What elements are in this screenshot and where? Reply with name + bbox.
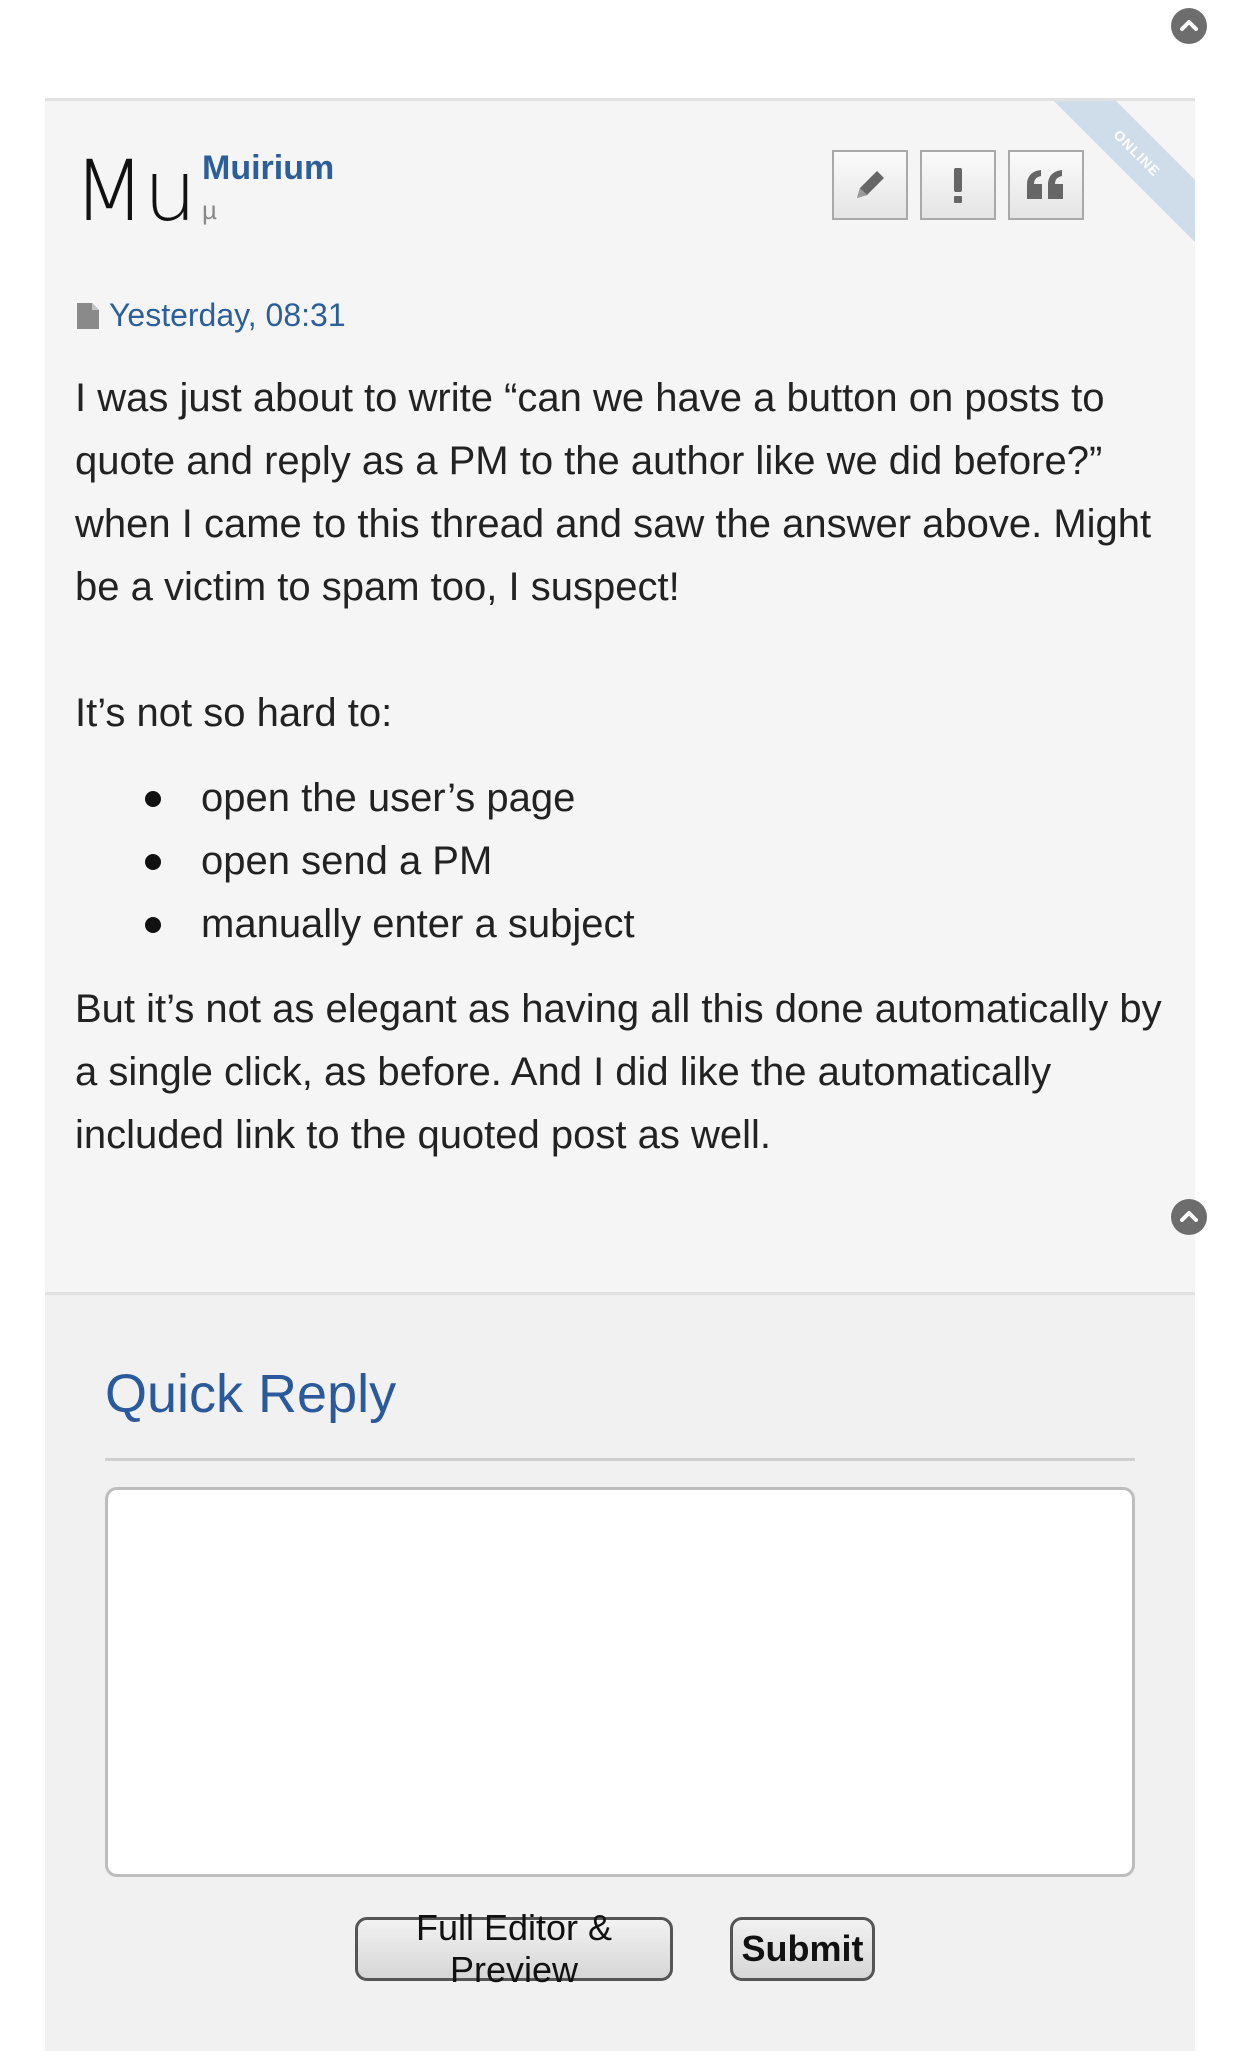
avatar[interactable]: Mu [73, 149, 197, 233]
page: ONLINE Mu Muirium µ Yesterday, 08:31 I w… [0, 0, 1242, 2051]
post-body: I was just about to write “can we have a… [75, 367, 1175, 1167]
chevron-up-icon [1180, 1211, 1198, 1222]
scroll-to-top-button[interactable] [1171, 8, 1207, 44]
scroll-to-top-button[interactable] [1171, 1199, 1207, 1235]
quote-button[interactable] [1008, 150, 1084, 220]
post-list: open the user’s page open send a PM manu… [75, 767, 1175, 956]
post-paragraph: It’s not so hard to: [75, 691, 393, 735]
quick-reply-panel: Quick Reply Full Editor & Preview Submit [45, 1292, 1195, 2051]
document-icon [77, 302, 99, 329]
pencil-icon [857, 171, 884, 198]
report-button[interactable] [920, 150, 996, 220]
chevron-up-icon [1180, 20, 1198, 31]
post-paragraph: I was just about to write “can we have a… [75, 376, 1152, 609]
edit-button[interactable] [832, 150, 908, 220]
list-item: open send a PM [145, 830, 1175, 893]
post-permalink[interactable]: Yesterday, 08:31 [109, 297, 346, 334]
quick-reply-title: Quick Reply [105, 1364, 397, 1424]
exclamation-icon [954, 168, 962, 203]
quote-icon [1027, 170, 1063, 199]
submit-button[interactable]: Submit [730, 1917, 875, 1981]
username-link[interactable]: Muirium [202, 149, 334, 188]
list-item: open the user’s page [145, 767, 1175, 830]
quick-reply-textarea[interactable] [105, 1487, 1135, 1877]
forum-post: ONLINE Mu Muirium µ Yesterday, 08:31 I w… [45, 98, 1195, 1292]
full-editor-button[interactable]: Full Editor & Preview [355, 1907, 673, 1990]
post-paragraph: But it’s not as elegant as having all th… [75, 987, 1162, 1157]
post-date: Yesterday, 08:31 [75, 297, 346, 334]
user-title: µ [202, 195, 217, 225]
divider [105, 1458, 1135, 1461]
list-item: manually enter a subject [145, 893, 1175, 956]
